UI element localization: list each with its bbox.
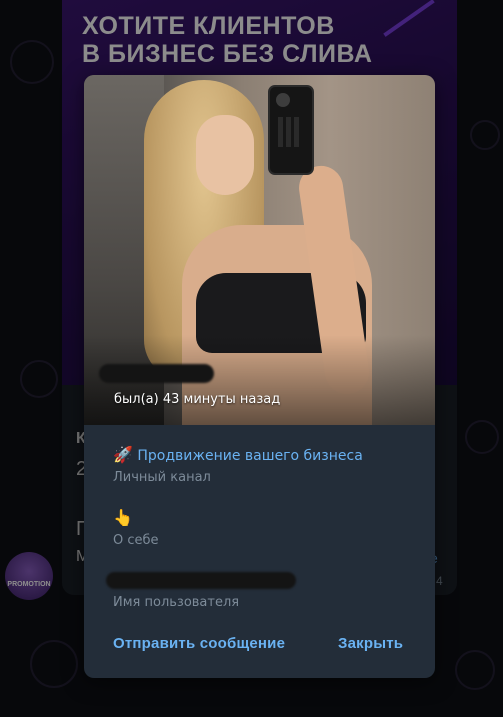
phone-camera <box>276 93 290 107</box>
user-profile-popup: был(а) 43 минуты назад 🚀 Продвижение ваш… <box>84 75 435 678</box>
pointing-hand-icon: 👆 <box>113 508 133 527</box>
close-button[interactable]: Закрыть <box>338 635 403 652</box>
personal-channel-name[interactable]: Продвижение вашего бизнеса <box>137 448 362 464</box>
username-row[interactable]: Имя пользователя <box>113 577 239 610</box>
bio-label: О себе <box>113 533 159 548</box>
last-seen-status: был(а) 43 минуты назад <box>114 392 281 407</box>
personal-channel-label: Личный канал <box>113 470 211 485</box>
send-message-button[interactable]: Отправить сообщение <box>113 635 285 652</box>
bio-row[interactable]: 👆 О себе <box>113 508 159 548</box>
username-label: Имя пользователя <box>113 595 240 610</box>
phone-case-pattern <box>278 117 302 147</box>
bio-text: 👆 <box>113 508 159 527</box>
personal-channel-row[interactable]: 🚀 Продвижение вашего бизнеса Личный кана… <box>113 445 363 485</box>
phone-icon <box>268 85 314 175</box>
photo-face <box>196 115 254 195</box>
personal-channel-link[interactable]: 🚀 Продвижение вашего бизнеса <box>113 445 363 464</box>
rocket-icon: 🚀 <box>113 445 133 464</box>
redacted-name <box>99 364 214 383</box>
popup-actions: Отправить сообщение Закрыть <box>84 635 435 661</box>
profile-photo[interactable]: был(а) 43 минуты назад <box>84 75 435 425</box>
